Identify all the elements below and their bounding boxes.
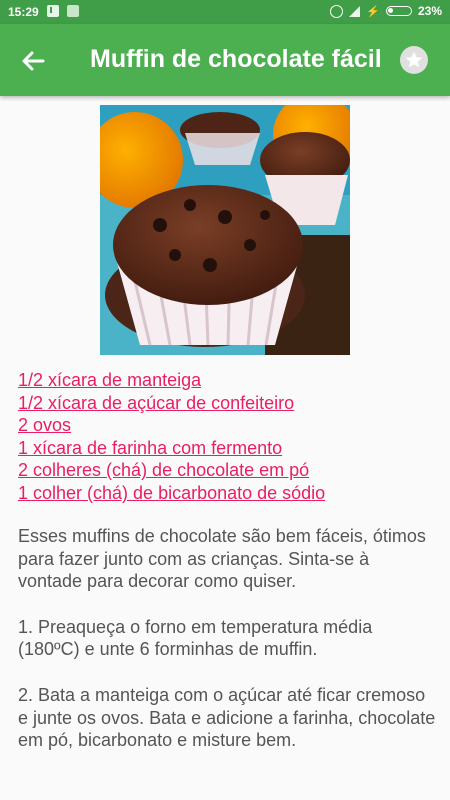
ingredient-link[interactable]: 2 ovos xyxy=(18,414,438,437)
page-title: Muffin de chocolate fácil xyxy=(90,45,382,73)
step-1: 1. Preaqueça o forno em temperatura médi… xyxy=(18,616,373,660)
description-intro: Esses muffins de chocolate são bem fácei… xyxy=(18,526,426,592)
recipe-description: Esses muffins de chocolate são bem fácei… xyxy=(18,525,438,775)
step-2: 2. Bata a manteiga com o açúcar até fica… xyxy=(18,684,436,751)
back-button[interactable] xyxy=(18,46,48,76)
ingredient-link[interactable]: 1 xícara de farinha com fermento xyxy=(18,437,438,460)
favorite-button[interactable] xyxy=(400,46,428,74)
app-bar: Muffin de chocolate fácil xyxy=(0,24,450,96)
ingredient-link[interactable]: 2 colheres (chá) de chocolate em pó xyxy=(18,459,438,482)
battery-percent: 23% xyxy=(417,4,442,18)
status-time: 15:29 xyxy=(8,5,39,19)
battery-icon xyxy=(385,6,412,16)
ingredients-list: 1/2 xícara de manteiga 1/2 xícara de açú… xyxy=(18,369,438,505)
arrow-left-icon xyxy=(22,51,45,71)
alarm-icon xyxy=(330,4,344,18)
app-notification-icon xyxy=(67,5,79,17)
ingredient-link[interactable]: 1 colher (chá) de bicarbonato de sódio xyxy=(18,482,438,505)
status-bar: 15:29 ⚡ 23% xyxy=(0,0,450,24)
star-icon xyxy=(405,51,423,68)
download-icon xyxy=(47,5,59,17)
recipe-photo xyxy=(100,105,350,355)
signal-icon xyxy=(349,5,361,17)
ingredient-link[interactable]: 1/2 xícara de açúcar de confeiteiro xyxy=(18,392,438,415)
muffin-image xyxy=(100,105,350,355)
ingredient-link[interactable]: 1/2 xícara de manteiga xyxy=(18,369,438,392)
charging-icon: ⚡ xyxy=(366,5,380,18)
